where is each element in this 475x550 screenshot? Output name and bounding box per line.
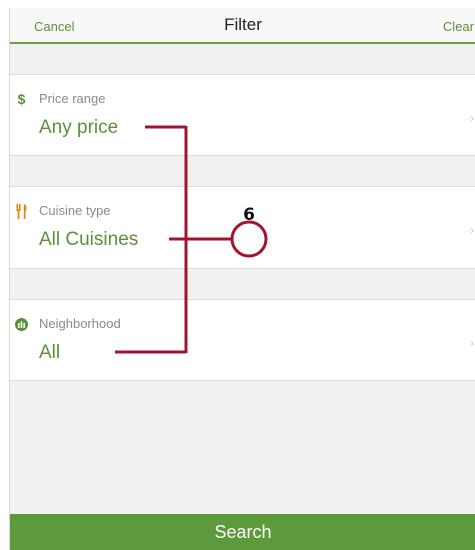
callout-lines — [115, 125, 268, 354]
callout-number: 6 — [243, 205, 255, 225]
